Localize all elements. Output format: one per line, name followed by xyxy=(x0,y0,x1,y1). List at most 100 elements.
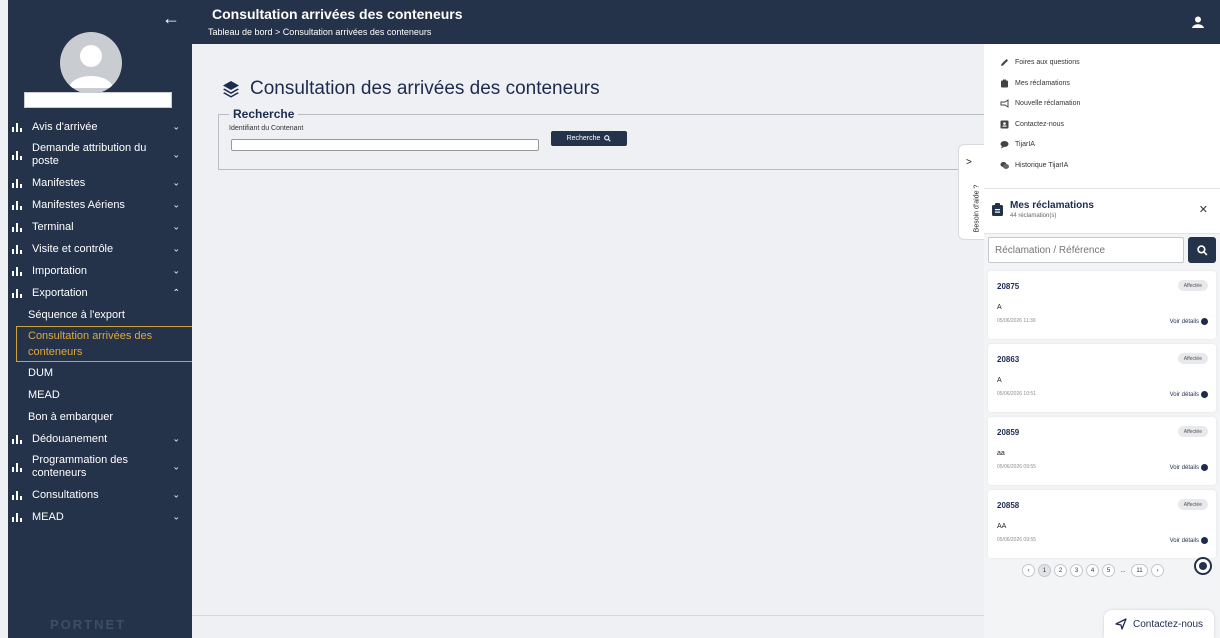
help-menu-label: Historique TijarIA xyxy=(1015,161,1069,169)
contact-card-icon xyxy=(1000,120,1009,128)
pagination-page[interactable]: 3 xyxy=(1070,564,1083,577)
sidebar-item[interactable]: Consultations ⌄ xyxy=(8,484,192,506)
pagination-page-last[interactable]: 11 xyxy=(1131,564,1148,577)
help-dot-icon xyxy=(1199,562,1207,570)
pagination-page[interactable]: 4 xyxy=(1086,564,1099,577)
eye-icon xyxy=(1201,537,1208,544)
chevron-down-icon: ⌄ xyxy=(172,121,180,132)
clipboard-icon xyxy=(1001,79,1008,87)
user-icon[interactable] xyxy=(1192,16,1204,28)
app-root: ← Avis d'arrivée ⌄ Demande attribution du … xyxy=(0,0,1220,638)
clipboard-icon xyxy=(992,203,1003,216)
help-menu-item[interactable]: TijarIA xyxy=(1000,140,1035,149)
pagination-prev[interactable]: ‹ xyxy=(1022,564,1035,577)
sidebar-item-label: Programmation des conteneurs xyxy=(32,454,128,479)
chevron-down-icon: ⌄ xyxy=(172,511,180,522)
sidebar-item[interactable]: MEAD ⌄ xyxy=(8,506,192,528)
help-tab[interactable]: > Besoin d'aide ? xyxy=(958,144,984,240)
reclamation-ref: 20875 xyxy=(997,282,1020,291)
view-details-link[interactable]: Voir détails xyxy=(1170,537,1208,544)
help-menu-item[interactable]: Foires aux questions xyxy=(1000,58,1080,67)
eye-icon xyxy=(1201,318,1208,325)
bar-chart-icon xyxy=(12,123,22,132)
sidebar-item[interactable]: Dédouanement ⌄ xyxy=(8,428,192,450)
help-tab-label: Besoin d'aide ? xyxy=(973,184,981,233)
pagination-page[interactable]: 5 xyxy=(1102,564,1115,577)
collapse-arrow-icon[interactable]: ← xyxy=(162,8,180,29)
chevron-down-icon: ⌄ xyxy=(172,461,180,472)
reclamation-ref: 20858 xyxy=(997,501,1020,510)
reclamation-date: 05/06/2026 09:55 xyxy=(997,537,1036,543)
contact-us-button[interactable]: Contactez-nous xyxy=(1104,610,1214,638)
pagination: ‹ 1 2 3 4 5... 11 › xyxy=(1022,564,1164,577)
reclamation-card[interactable]: 20875 Affectée A 05/06/2026 11:39 Voir détai… xyxy=(988,271,1216,339)
container-id-input[interactable] xyxy=(231,139,539,151)
sidebar-item[interactable]: Terminal ⌄ xyxy=(8,216,192,238)
pagination-page[interactable]: 1 xyxy=(1038,564,1051,577)
floating-help-button[interactable] xyxy=(1194,557,1212,575)
status-badge: Affectée xyxy=(1177,426,1208,437)
reclamation-card[interactable]: 20858 Affectée AA 05/06/2026 09:55 Voir déta… xyxy=(988,490,1216,558)
search-icon xyxy=(604,135,612,142)
reclamation-text: aa xyxy=(997,450,1005,457)
sidebar-item[interactable]: Demande attribution du poste ⌄ xyxy=(8,138,192,172)
reclamation-search-button[interactable] xyxy=(1188,237,1216,263)
reclamation-card[interactable]: 20863 Affectée A 05/06/2026 10:51 Voir détai… xyxy=(988,344,1216,412)
help-menu-label: TijarIA xyxy=(1015,141,1035,148)
reclamations-header: Mes réclamations 44 réclamation(s) ✕ xyxy=(984,188,1220,234)
sidebar-item[interactable]: Visite et contrôle ⌄ xyxy=(8,238,192,260)
view-details-link[interactable]: Voir détails xyxy=(1170,318,1208,325)
chevron-down-icon: ⌄ xyxy=(172,149,180,160)
help-menu-item[interactable]: Nouvelle réclamation xyxy=(1000,99,1080,108)
sidebar-item[interactable]: Importation ⌄ xyxy=(8,260,192,282)
chevron-down-icon: ⌄ xyxy=(172,489,180,500)
sidebar-item[interactable]: Exportation ⌃ xyxy=(8,282,192,304)
bar-chart-icon xyxy=(12,289,22,298)
reclamation-search-input[interactable] xyxy=(988,237,1184,263)
sidebar-subitem[interactable]: DUM xyxy=(8,362,192,384)
sidebar-item[interactable]: Avis d'arrivée ⌄ xyxy=(8,116,192,138)
reclamation-ref: 20863 xyxy=(997,355,1020,364)
bar-chart-icon xyxy=(12,179,22,188)
reclamation-card[interactable]: 20859 Affectée aa 05/06/2026 09:55 Voir déta… xyxy=(988,417,1216,485)
close-icon[interactable]: ✕ xyxy=(1199,203,1208,216)
reclamation-text: AA xyxy=(997,523,1007,530)
bar-chart-icon xyxy=(12,201,22,210)
help-menu-item[interactable]: Contactez-nous xyxy=(1000,120,1064,129)
sidebar-item[interactable]: Manifestes ⌄ xyxy=(8,172,192,194)
sidebar-item-label: Manifestes xyxy=(32,177,86,189)
sidebar-item[interactable]: Programmation des conteneurs ⌄ xyxy=(8,450,192,484)
pagination-page[interactable]: 2 xyxy=(1054,564,1067,577)
view-details-link[interactable]: Voir détails xyxy=(1170,464,1208,471)
eye-icon xyxy=(1201,391,1208,398)
sidebar-subitem-active[interactable]: Consultation arrivées des conteneurs xyxy=(16,326,192,362)
avatar xyxy=(60,32,122,94)
footer-divider xyxy=(192,615,984,616)
pagination-next[interactable]: › xyxy=(1151,564,1164,577)
sidebar-subitem[interactable]: MEAD xyxy=(8,384,192,406)
chat-history-icon xyxy=(1000,161,1009,169)
help-menu-label: Mes réclamations xyxy=(1015,79,1070,87)
container-id-label: Identifiant du Contenant xyxy=(229,125,304,132)
sidebar-subitem[interactable]: Séquence à l'export xyxy=(8,304,192,326)
help-menu-item[interactable]: Mes réclamations xyxy=(1000,79,1070,88)
bar-chart-icon xyxy=(12,267,22,276)
view-details-link[interactable]: Voir détails xyxy=(1170,391,1208,398)
search-button[interactable]: Recherche xyxy=(551,131,627,146)
chevron-down-icon: ⌄ xyxy=(172,265,180,276)
sidebar-item-label: Avis d'arrivée xyxy=(32,121,98,133)
search-fieldset: Recherche Identifiant du Contenant Reche… xyxy=(218,107,988,170)
eye-icon xyxy=(1201,464,1208,471)
sidebar-subitem[interactable]: Bon à embarquer xyxy=(8,406,192,428)
sidebar-item[interactable]: Manifestes Aériens ⌄ xyxy=(8,194,192,216)
view-details-label: Voir détails xyxy=(1169,537,1199,544)
page-heading: Consultation des arrivées des conteneurs xyxy=(222,78,600,100)
reclamation-ref: 20859 xyxy=(997,428,1020,437)
username-box xyxy=(24,92,172,108)
sidebar-item-label: MEAD xyxy=(32,511,64,523)
sidebar-item-label: Consultations xyxy=(32,489,99,501)
view-details-label: Voir détails xyxy=(1169,391,1199,398)
pencil-icon xyxy=(1001,59,1008,66)
help-menu-item[interactable]: Historique TijarIA xyxy=(1000,161,1068,170)
sidebar-item-label: Importation xyxy=(32,265,88,277)
